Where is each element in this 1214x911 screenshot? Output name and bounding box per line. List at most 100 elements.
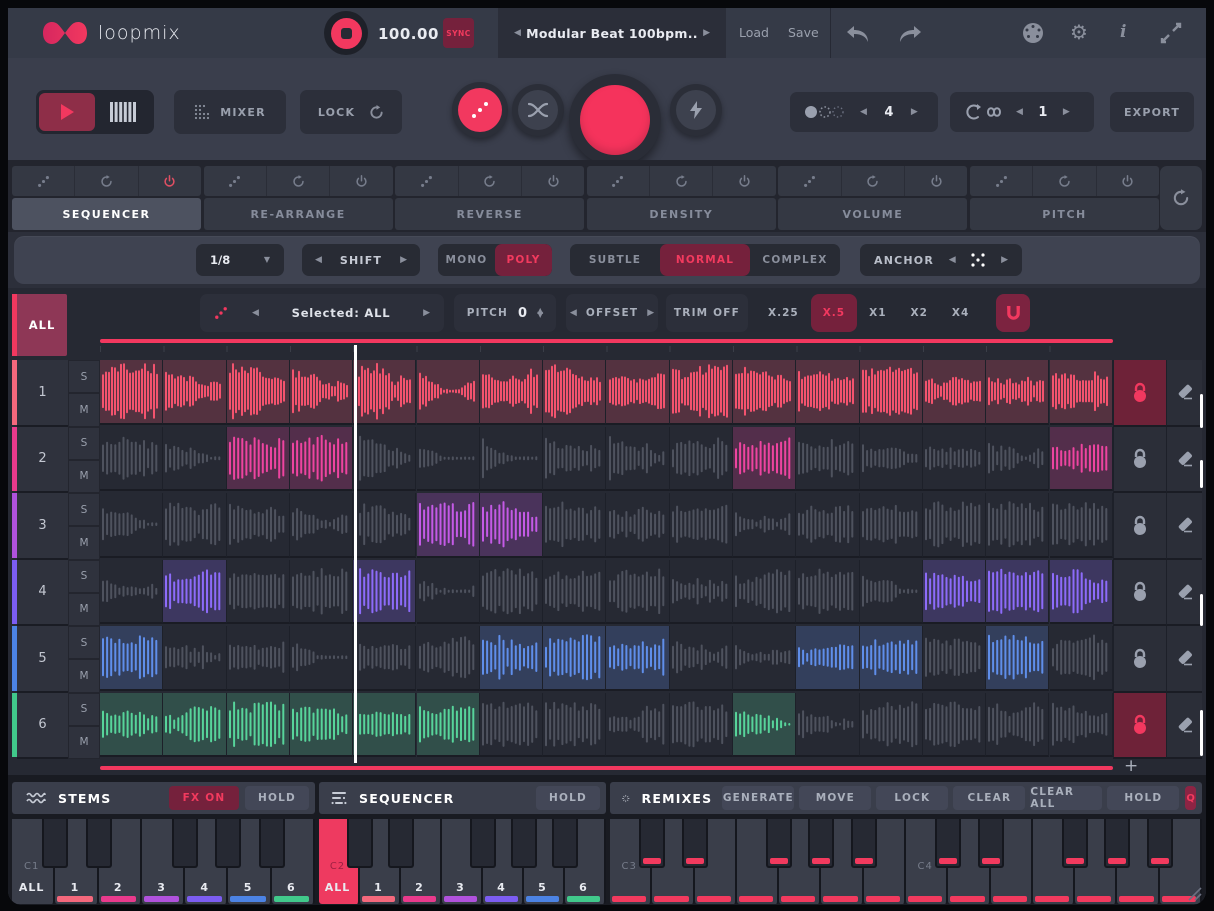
step-cell[interactable] [163, 693, 226, 758]
selected-prev-icon[interactable]: ◀ [252, 309, 259, 318]
step-cell[interactable] [986, 626, 1049, 691]
step-cell[interactable] [353, 626, 416, 691]
power-icon[interactable] [163, 175, 176, 188]
step-cell[interactable] [543, 360, 606, 425]
track-lock-button[interactable] [1113, 626, 1166, 693]
tab-dice-button[interactable] [970, 166, 1032, 196]
scrollbar-segment[interactable] [1200, 710, 1203, 756]
tab-reverse[interactable]: REVERSE [395, 198, 584, 230]
step-cell[interactable] [606, 626, 669, 691]
black-key[interactable] [42, 819, 68, 868]
dice-randomize-button[interactable] [452, 82, 508, 138]
tab-power-button[interactable] [712, 166, 775, 196]
tab-refresh-button[interactable] [74, 166, 137, 196]
preset-next-icon[interactable]: ▶ [703, 29, 726, 38]
step-cell[interactable] [417, 626, 480, 691]
track-lock-button[interactable] [1113, 693, 1166, 760]
lock-icon[interactable] [1131, 448, 1149, 469]
track-number[interactable]: 3 [17, 493, 68, 560]
lock-icon[interactable] [1131, 515, 1149, 536]
step-cell[interactable] [163, 560, 226, 625]
solo-button[interactable]: S [68, 493, 100, 526]
lock-button[interactable]: LOCK [300, 90, 402, 134]
black-key[interactable] [808, 819, 834, 868]
step-cell[interactable] [796, 427, 859, 492]
option-poly[interactable]: POLY [495, 244, 552, 276]
step-cell[interactable] [290, 427, 353, 492]
main-remix-button[interactable] [569, 74, 661, 166]
tab-re-arrange[interactable]: RE-ARRANGE [204, 198, 393, 230]
preset-prev-icon[interactable]: ◀ [498, 29, 521, 38]
tab-refresh-button[interactable] [841, 166, 904, 196]
step-cell[interactable] [480, 626, 543, 691]
sequencer-hold-button[interactable]: HOLD [536, 786, 600, 810]
step-cell[interactable] [1050, 427, 1113, 492]
lock-icon[interactable] [1131, 648, 1149, 669]
step-cell[interactable] [923, 427, 986, 492]
remix-generate-button[interactable]: GENERATE [722, 786, 794, 810]
track-erase-button[interactable] [1166, 560, 1202, 627]
track-lock-button[interactable] [1113, 360, 1166, 427]
step-cell[interactable] [353, 427, 416, 492]
black-key[interactable] [682, 819, 708, 868]
scrollbar-segment[interactable] [1200, 394, 1203, 428]
quantize-button[interactable]: Q [1185, 786, 1196, 810]
keys-mode-button[interactable] [95, 93, 151, 131]
step-cell[interactable] [1050, 560, 1113, 625]
track-erase-button[interactable] [1166, 427, 1202, 494]
step-cell[interactable] [227, 693, 290, 758]
speed-x.25[interactable]: X.25 [756, 294, 811, 332]
step-cell[interactable] [986, 693, 1049, 758]
remix-lock-button[interactable]: LOCK [876, 786, 948, 810]
black-key[interactable] [86, 819, 112, 868]
step-cell[interactable] [417, 493, 480, 558]
tab-density[interactable]: DENSITY [587, 198, 776, 230]
shift-left-icon[interactable]: ◀ [315, 256, 322, 265]
step-cell[interactable] [860, 626, 923, 691]
preset-name[interactable]: Modular Beat 100bpm.. [526, 26, 698, 41]
step-cell[interactable] [733, 493, 796, 558]
tab-volume[interactable]: VOLUME [778, 198, 967, 230]
black-key[interactable] [1062, 819, 1088, 868]
info-icon[interactable]: i [1120, 22, 1126, 42]
track-number[interactable]: 6 [17, 693, 68, 760]
step-cell[interactable] [100, 560, 163, 625]
step-cell[interactable] [227, 626, 290, 691]
refresh-icon[interactable] [292, 175, 305, 188]
step-cell[interactable] [163, 360, 226, 425]
step-cell[interactable] [670, 360, 733, 425]
midi-icon[interactable] [1022, 22, 1044, 44]
shift-right-icon[interactable]: ▶ [400, 256, 407, 265]
offset-right-icon[interactable]: ▶ [647, 309, 654, 318]
step-cell[interactable] [860, 493, 923, 558]
refresh-icon[interactable] [675, 175, 688, 188]
black-key[interactable] [851, 819, 877, 868]
selected-value[interactable]: Selected: ALL [259, 306, 423, 320]
mixer-button[interactable]: MIXER [174, 90, 286, 134]
tab-dice-button[interactable] [12, 166, 74, 196]
step-cell[interactable] [353, 560, 416, 625]
mute-button[interactable]: M [68, 659, 100, 692]
scrollbar-segment[interactable] [1200, 460, 1203, 488]
step-cell[interactable] [227, 493, 290, 558]
step-cell[interactable] [606, 427, 669, 492]
shuffle-button[interactable] [512, 84, 564, 136]
lock-icon[interactable] [1131, 382, 1149, 403]
step-cell[interactable] [417, 560, 480, 625]
power-icon[interactable] [930, 175, 943, 188]
step-cell[interactable] [670, 626, 733, 691]
trim-toggle[interactable]: TRIM OFF [666, 294, 748, 332]
eraser-icon[interactable] [1176, 383, 1194, 401]
solo-button[interactable]: S [68, 626, 100, 659]
black-key[interactable] [639, 819, 665, 868]
track-number[interactable]: 2 [17, 427, 68, 494]
save-button[interactable]: Save [788, 25, 819, 40]
solo-button[interactable]: S [68, 560, 100, 593]
step-cell[interactable] [480, 360, 543, 425]
step-cell[interactable] [986, 560, 1049, 625]
remix-clear-button[interactable]: CLEAR [953, 786, 1025, 810]
power-icon[interactable] [355, 175, 368, 188]
mute-button[interactable]: M [68, 393, 100, 426]
track-erase-button[interactable] [1166, 360, 1202, 427]
anchor-prev-icon[interactable]: ◀ [949, 256, 956, 265]
